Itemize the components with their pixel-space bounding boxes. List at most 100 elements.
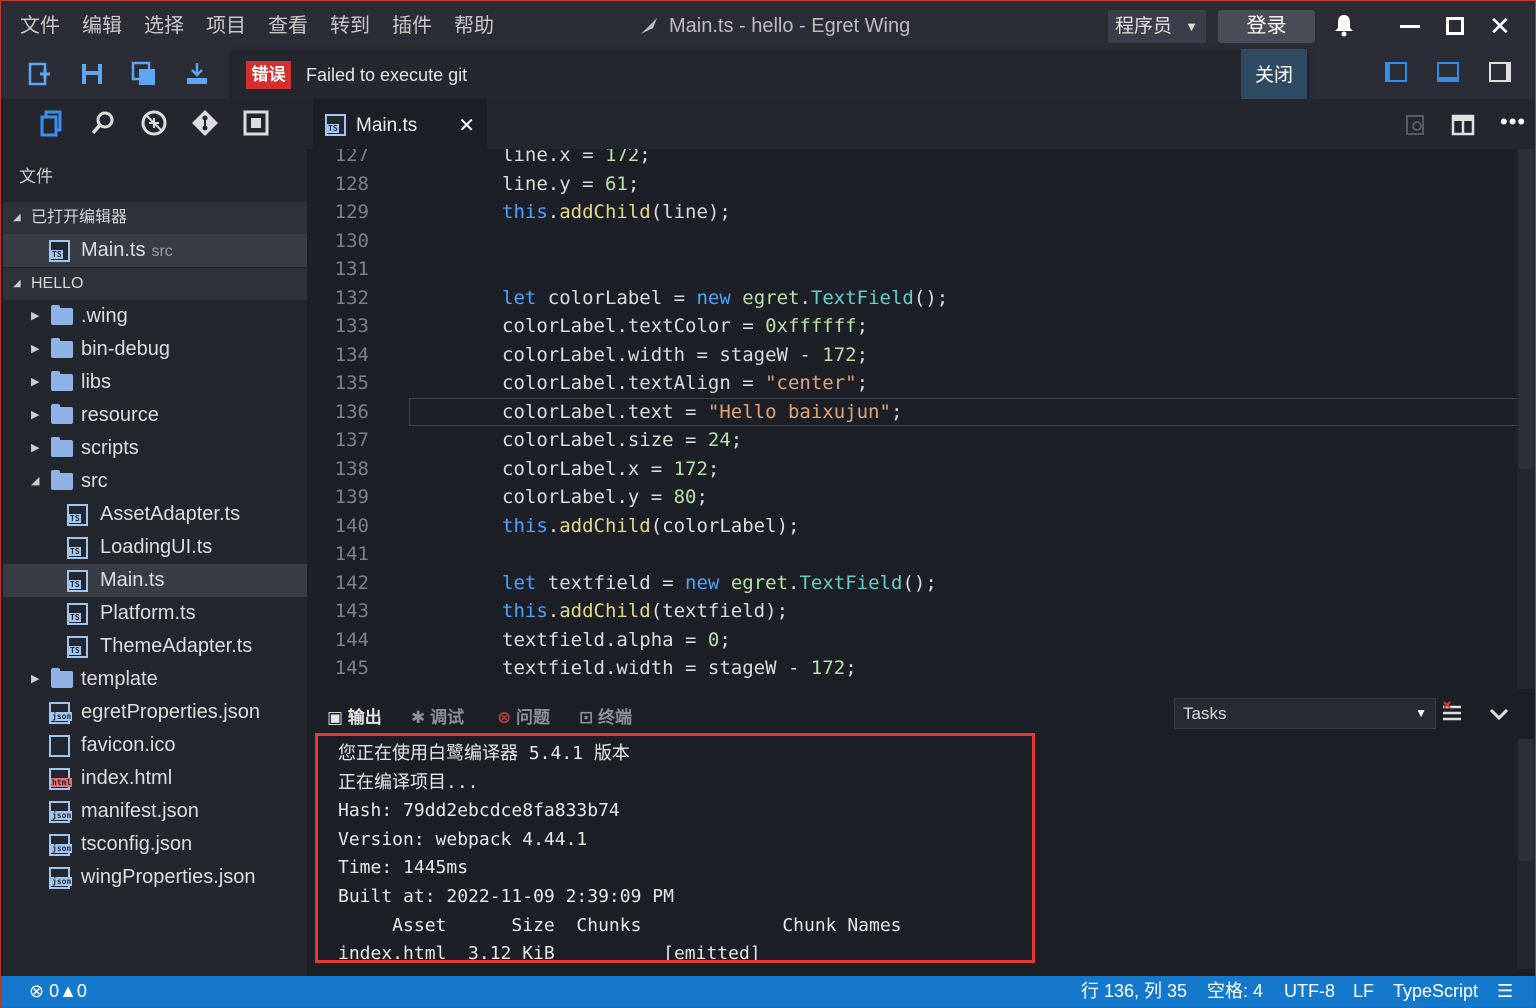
problems-indicator[interactable]: ⊗ 0 ▲ 0	[29, 976, 87, 1007]
menu-select[interactable]: 选择	[133, 1, 195, 51]
bell-icon[interactable]	[1333, 13, 1355, 37]
code-line[interactable]: 137 colorLabel.size = 24;	[307, 426, 1517, 455]
close-window-icon[interactable]: ✕	[1489, 9, 1511, 43]
code-line[interactable]: 142 let textfield = new egret.TextField()…	[307, 569, 1517, 598]
close-tab-icon[interactable]: ✕	[458, 101, 475, 151]
code-line[interactable]: 139 colorLabel.y = 80;	[307, 483, 1517, 512]
open-editor-item[interactable]: TS Main.ts src	[3, 234, 307, 267]
maximize-icon[interactable]	[1446, 17, 1464, 35]
login-button[interactable]: 登录	[1218, 10, 1315, 43]
menu-goto[interactable]: 转到	[319, 1, 381, 51]
tree-item[interactable]: ▶ bin-debug	[3, 333, 307, 366]
git-icon[interactable]	[191, 109, 219, 137]
tab-main-ts[interactable]: TS Main.ts ✕	[313, 99, 487, 149]
code-line[interactable]: 133 colorLabel.textColor = 0xffffff;	[307, 312, 1517, 341]
menu-plugins[interactable]: 插件	[381, 1, 443, 51]
title-bar: 文件 编辑 选择 项目 查看 转到 插件 帮助 Main.ts - hello …	[1, 1, 1535, 51]
open-changes-icon[interactable]	[1404, 113, 1428, 137]
tree-item[interactable]: ▶ .wing	[3, 300, 307, 333]
code-line[interactable]: 145 textfield.width = stageW - 172;	[307, 654, 1517, 683]
extensions-icon[interactable]	[242, 109, 270, 137]
code-line[interactable]: 135 colorLabel.textAlign = "center";	[307, 369, 1517, 398]
split-editor-icon[interactable]	[1451, 113, 1475, 137]
tree-item[interactable]: ▶ template	[3, 663, 307, 696]
close-notification-button[interactable]: 关闭	[1241, 49, 1307, 102]
project-header[interactable]: ◢ HELLO	[3, 268, 307, 300]
code-line[interactable]: 143 this.addChild(textfield);	[307, 597, 1517, 626]
line-ending[interactable]: LF	[1353, 976, 1374, 1007]
code-line[interactable]: 131	[307, 255, 1517, 284]
chevron-right-icon[interactable]: ▶	[31, 333, 39, 366]
panel-scrollbar[interactable]	[1517, 739, 1535, 969]
tree-item[interactable]: TS Platform.ts	[3, 597, 307, 630]
code-line[interactable]: 130	[307, 227, 1517, 256]
minimize-icon[interactable]	[1400, 25, 1420, 28]
panel-scroll-thumb[interactable]	[1519, 739, 1533, 861]
chevron-right-icon[interactable]: ▶	[31, 366, 39, 399]
tree-item[interactable]: ▶ resource	[3, 399, 307, 432]
tab-debug[interactable]: ✱ 调试	[411, 703, 464, 728]
code-line[interactable]: 129 this.addChild(line);	[307, 198, 1517, 227]
html-file-icon: html	[49, 768, 73, 790]
chevron-right-icon[interactable]: ▶	[31, 432, 39, 465]
tree-item[interactable]: favicon.ico	[3, 729, 307, 762]
menu-help[interactable]: 帮助	[443, 1, 505, 51]
code-line[interactable]: 144 textfield.alpha = 0;	[307, 626, 1517, 655]
more-actions-icon[interactable]: •••	[1500, 109, 1526, 135]
tree-item[interactable]: ▶ libs	[3, 366, 307, 399]
tree-item[interactable]: TS AssetAdapter.ts	[3, 498, 307, 531]
chevron-right-icon[interactable]: ▶	[31, 663, 39, 696]
tree-item[interactable]: json manifest.json	[3, 795, 307, 828]
tree-item[interactable]: html index.html	[3, 762, 307, 795]
download-icon[interactable]	[184, 61, 210, 87]
code-line[interactable]: 136 colorLabel.text = "Hello baixujun";	[307, 398, 1517, 427]
chevron-open-icon[interactable]: ◢	[31, 465, 39, 498]
editor-scroll-thumb[interactable]	[1519, 149, 1533, 469]
search-icon[interactable]	[89, 109, 117, 137]
menu-edit[interactable]: 编辑	[71, 1, 133, 51]
language-mode[interactable]: TypeScript	[1393, 976, 1478, 1007]
code-line[interactable]: 128 line.y = 61;	[307, 170, 1517, 199]
open-editors-header[interactable]: ◢ 已打开编辑器	[3, 202, 307, 234]
tree-item[interactable]: json egretProperties.json	[3, 696, 307, 729]
code-line[interactable]: 127 line.x = 172;	[307, 149, 1517, 170]
code-editor[interactable]: 127 line.x = 172; 128 line.y = 61; 129 this.a…	[307, 149, 1517, 689]
tab-problems[interactable]: ⊗ 问题	[497, 703, 550, 728]
tree-item[interactable]: json wingProperties.json	[3, 861, 307, 894]
role-select[interactable]: 程序员 ▼	[1108, 10, 1206, 43]
indentation[interactable]: 空格: 4	[1207, 976, 1263, 1007]
save-all-icon[interactable]	[131, 61, 157, 87]
output-channel-select[interactable]: Tasks ▼	[1174, 698, 1436, 729]
tree-item[interactable]: ▶ scripts	[3, 432, 307, 465]
tree-item[interactable]: TS Main.ts	[3, 564, 307, 597]
save-icon[interactable]	[79, 61, 105, 87]
code-line[interactable]: 141	[307, 540, 1517, 569]
code-line[interactable]: 138 colorLabel.x = 172;	[307, 455, 1517, 484]
toggle-right-panel-icon[interactable]	[1489, 62, 1511, 82]
tab-output[interactable]: ▣ 输出	[327, 703, 382, 728]
toggle-panel-icon[interactable]	[1437, 62, 1459, 82]
cursor-position[interactable]: 行 136, 列 35	[1081, 976, 1187, 1007]
explorer-icon[interactable]	[38, 109, 66, 137]
tree-item[interactable]: json tsconfig.json	[3, 828, 307, 861]
tree-item[interactable]: ◢ src	[3, 465, 307, 498]
new-file-icon[interactable]	[27, 61, 53, 87]
editor-scrollbar[interactable]	[1517, 149, 1535, 689]
debug-icon[interactable]	[140, 109, 168, 137]
menu-file[interactable]: 文件	[9, 1, 71, 51]
encoding[interactable]: UTF-8	[1284, 976, 1335, 1007]
clear-output-icon[interactable]	[1441, 701, 1463, 725]
tree-item[interactable]: TS LoadingUI.ts	[3, 531, 307, 564]
chevron-down-icon[interactable]	[1489, 707, 1509, 721]
code-line[interactable]: 140 this.addChild(colorLabel);	[307, 512, 1517, 541]
chevron-right-icon[interactable]: ▶	[31, 300, 39, 333]
code-line[interactable]: 132 let colorLabel = new egret.TextField(…	[307, 284, 1517, 313]
chevron-right-icon[interactable]: ▶	[31, 399, 39, 432]
tab-terminal[interactable]: ⊡ 终端	[579, 703, 632, 728]
code-line[interactable]: 134 colorLabel.width = stageW - 172;	[307, 341, 1517, 370]
menu-view[interactable]: 查看	[257, 1, 319, 51]
tree-item[interactable]: TS ThemeAdapter.ts	[3, 630, 307, 663]
toggle-sidebar-icon[interactable]	[1385, 62, 1407, 82]
feedback-icon[interactable]: ☰	[1497, 976, 1513, 1007]
menu-project[interactable]: 项目	[195, 1, 257, 51]
